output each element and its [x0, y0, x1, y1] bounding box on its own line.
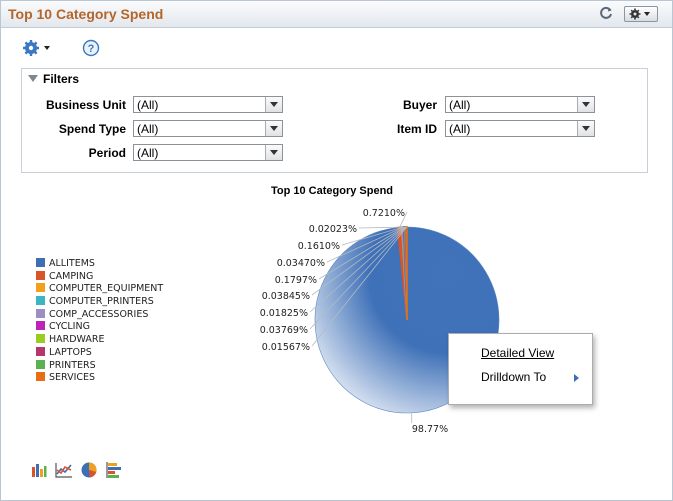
- legend-swatch: [36, 346, 45, 356]
- pie-chart-icon[interactable]: [80, 461, 98, 479]
- detailed-view-menu-item[interactable]: Detailed View: [481, 346, 554, 360]
- legend-item: COMPUTER_EQUIPMENT: [36, 283, 163, 296]
- pagelet-title: Top 10 Category Spend: [8, 6, 164, 22]
- legend-label: HARDWARE: [49, 334, 105, 346]
- submenu-arrow-icon: [574, 374, 579, 382]
- spend-type-label: Spend Type: [58, 122, 126, 136]
- legend-swatch: [36, 258, 45, 267]
- collapse-triangle-icon: [28, 75, 38, 82]
- item-id-select[interactable]: (All): [445, 120, 595, 137]
- horizontal-bar-chart-icon[interactable]: [105, 461, 123, 479]
- spend-type-value: (All): [137, 122, 159, 136]
- legend-swatch: [36, 359, 45, 369]
- legend-item: PRINTERS: [36, 359, 163, 373]
- line-chart-icon[interactable]: [55, 461, 73, 479]
- legend-swatch: [36, 334, 45, 344]
- legend-label: CYCLING: [49, 321, 90, 333]
- settings-menu-button[interactable]: [23, 39, 55, 57]
- bar-chart-icon[interactable]: [30, 461, 48, 479]
- legend-item: COMP_ACCESSORIES: [36, 308, 163, 322]
- pagelet-header: Top 10 Category Spend: [1, 1, 672, 28]
- gear-icon: [629, 8, 650, 20]
- legend-label: SERVICES: [49, 372, 96, 384]
- legend-item: CAMPING: [36, 270, 163, 284]
- legend-item: ALLITEMS: [36, 258, 163, 271]
- help-icon[interactable]: ?: [82, 39, 100, 57]
- legend-item: COMPUTER_PRINTERS: [36, 296, 163, 309]
- legend-label: LAPTOPS: [49, 346, 92, 358]
- legend-item: SERVICES: [36, 372, 163, 385]
- svg-text:?: ?: [88, 43, 95, 55]
- legend-label: PRINTERS: [49, 359, 96, 371]
- chart-context-menu: Detailed View Drilldown To: [448, 333, 593, 405]
- business-unit-select[interactable]: (All): [133, 96, 283, 113]
- legend-label: COMPUTER_PRINTERS: [49, 296, 154, 308]
- chart-title: Top 10 Category Spend: [270, 185, 394, 197]
- spend-type-select[interactable]: (All): [133, 120, 283, 137]
- legend-item: HARDWARE: [36, 334, 163, 347]
- legend-label: COMPUTER_EQUIPMENT: [49, 283, 164, 295]
- chevron-down-icon: [265, 121, 282, 136]
- chevron-down-icon: [265, 97, 282, 112]
- business-unit-label: Business Unit: [45, 98, 126, 112]
- legend-swatch: [36, 308, 45, 318]
- pagelet-options-button[interactable]: [624, 6, 658, 22]
- legend-item: LAPTOPS: [36, 346, 163, 360]
- buyer-select[interactable]: (All): [445, 96, 595, 113]
- item-id-value: (All): [449, 122, 471, 136]
- legend-label: COMP_ACCESSORIES: [49, 308, 149, 320]
- gear-icon: [23, 40, 39, 56]
- chart-legend: ALLITEMS CAMPING COMPUTER_EQUIPMENT COMPUTE…: [36, 258, 163, 385]
- legend-swatch: [36, 296, 45, 306]
- legend-label: CAMPING: [49, 270, 94, 282]
- item-id-label: Item ID: [396, 122, 437, 136]
- chevron-down-icon: [577, 121, 594, 136]
- legend-swatch: [36, 270, 45, 280]
- buyer-label: Buyer: [402, 98, 437, 112]
- filters-toggle[interactable]: Filters: [28, 72, 79, 86]
- chevron-down-icon: [265, 145, 282, 160]
- chevron-down-icon: [577, 97, 594, 112]
- business-unit-value: (All): [137, 98, 159, 112]
- legend-swatch: [36, 321, 45, 331]
- legend-swatch: [36, 372, 45, 382]
- period-label: Period: [88, 146, 126, 160]
- period-value: (All): [137, 146, 159, 160]
- legend-item: CYCLING: [36, 321, 163, 334]
- drilldown-to-menu-item[interactable]: Drilldown To: [481, 370, 546, 384]
- filters-group: Filters Business Unit (All) Spend Type (…: [21, 68, 648, 173]
- legend-label: ALLITEMS: [49, 258, 95, 269]
- legend-swatch: [36, 283, 45, 293]
- pagelet-panel: Top 10 Category Spend ? Filters Business…: [0, 0, 673, 501]
- buyer-value: (All): [449, 98, 471, 112]
- refresh-icon[interactable]: [598, 5, 614, 21]
- period-select[interactable]: (All): [133, 144, 283, 161]
- filters-title: Filters: [43, 72, 80, 86]
